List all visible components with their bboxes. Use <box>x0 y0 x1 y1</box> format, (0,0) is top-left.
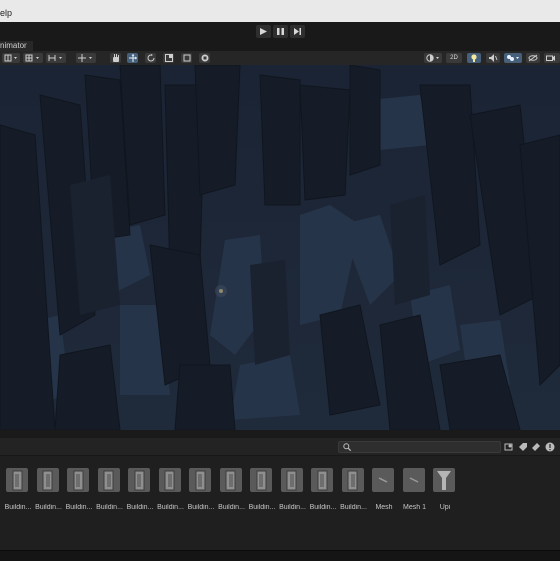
search-input[interactable] <box>353 442 493 452</box>
panel-divider <box>0 430 560 438</box>
menu-bar: elp <box>0 0 560 22</box>
hidden-objects-toggle[interactable] <box>526 53 540 63</box>
gizmo-dropdown[interactable] <box>23 53 43 63</box>
effects-icon <box>507 55 519 61</box>
building-icon <box>347 470 357 491</box>
asset-thumbnail <box>67 468 89 492</box>
asset-thumbnail <box>219 468 242 492</box>
pivot-icon <box>78 54 92 62</box>
building-icon <box>225 470 235 491</box>
search-by-label-icon[interactable] <box>518 442 528 452</box>
menu-item-help[interactable]: elp <box>0 8 12 18</box>
mesh-icon <box>409 477 418 483</box>
eye-slash-icon <box>528 54 538 62</box>
building-icon <box>12 470 23 491</box>
tab-animator-label: nimator <box>0 41 27 50</box>
move-tool-button[interactable] <box>127 53 138 63</box>
audio-icon <box>489 54 498 62</box>
scene-view[interactable] <box>0 65 560 430</box>
rotate-tool-icon <box>147 54 155 62</box>
rotate-tool-button[interactable] <box>145 53 156 63</box>
asset-thumbnail <box>402 468 425 492</box>
info-icon[interactable] <box>545 442 555 452</box>
hand-tool-button[interactable] <box>110 53 121 63</box>
asset-thumbnail <box>189 468 211 492</box>
grid-icon <box>4 54 17 62</box>
mesh-icon <box>378 477 388 483</box>
snap-icon <box>48 55 62 61</box>
asset-thumbnail <box>36 468 59 492</box>
tab-animator[interactable]: nimator <box>0 41 33 51</box>
search-icon <box>343 443 351 451</box>
asset-thumbnail <box>311 468 333 492</box>
play-toolbar <box>0 22 560 42</box>
asset-thumbnail <box>372 468 394 492</box>
building-icon <box>286 470 296 491</box>
project-panel-toolbar <box>0 438 560 456</box>
building-icon <box>317 470 328 491</box>
upi-icon <box>437 471 451 490</box>
grid-snap-icon <box>25 54 39 62</box>
building-icon <box>103 470 113 491</box>
building-icon <box>73 470 84 491</box>
search-field[interactable] <box>338 441 501 453</box>
asset-thumbnail <box>158 468 181 492</box>
building-icon <box>164 470 174 491</box>
pause-icon <box>277 28 284 35</box>
asset-thumbnail <box>250 468 272 492</box>
building-icon <box>134 470 145 491</box>
asset-thumbnail <box>128 468 150 492</box>
move-tool-icon <box>129 54 137 62</box>
scale-tool-icon <box>165 54 173 62</box>
tab-bar: nimator <box>0 41 560 51</box>
building-icon <box>256 470 267 491</box>
favorites-icon[interactable] <box>531 442 541 452</box>
building-icon <box>42 470 52 491</box>
rect-tool-button[interactable] <box>181 53 192 63</box>
asset-thumbnail <box>341 468 364 492</box>
transform-tool-button[interactable] <box>199 53 210 63</box>
camera-icon <box>546 55 555 61</box>
scene-toolbar: 2D <box>0 51 560 66</box>
pivot-dropdown[interactable] <box>76 53 96 63</box>
asset-thumbnail <box>6 468 28 492</box>
audio-toggle[interactable] <box>486 53 500 63</box>
asset-thumbnail <box>97 468 120 492</box>
snap-dropdown[interactable] <box>46 53 66 63</box>
scene-camera-dropdown[interactable] <box>544 53 560 63</box>
shading-icon <box>426 54 439 62</box>
view-2d-label: 2D <box>450 55 458 61</box>
play-button[interactable] <box>256 25 271 38</box>
transform-tool-icon <box>201 54 209 62</box>
effects-dropdown[interactable] <box>504 53 522 63</box>
project-assets-grid: Buildin... Buildin... Buildin... Buildin...… <box>0 456 560 550</box>
pause-button[interactable] <box>273 25 288 38</box>
lightbulb-icon <box>471 54 477 62</box>
asset-name: Upi <box>439 504 451 511</box>
city-buildings-render <box>0 65 560 430</box>
asset-thumbnail <box>433 468 455 492</box>
building-icon <box>195 470 206 491</box>
rect-tool-icon <box>183 54 191 62</box>
hand-tool-icon <box>113 54 119 62</box>
view-2d-toggle[interactable]: 2D <box>446 53 462 63</box>
lighting-toggle[interactable] <box>467 53 481 63</box>
status-bar <box>0 550 560 561</box>
search-by-type-icon[interactable] <box>504 442 514 452</box>
shading-mode-dropdown[interactable] <box>424 53 442 63</box>
step-button[interactable] <box>290 25 305 38</box>
asset-thumbnail <box>280 468 303 492</box>
step-icon <box>294 28 301 35</box>
draw-mode-dropdown[interactable] <box>2 53 20 63</box>
scale-tool-button[interactable] <box>163 53 174 63</box>
play-icon <box>260 28 267 35</box>
